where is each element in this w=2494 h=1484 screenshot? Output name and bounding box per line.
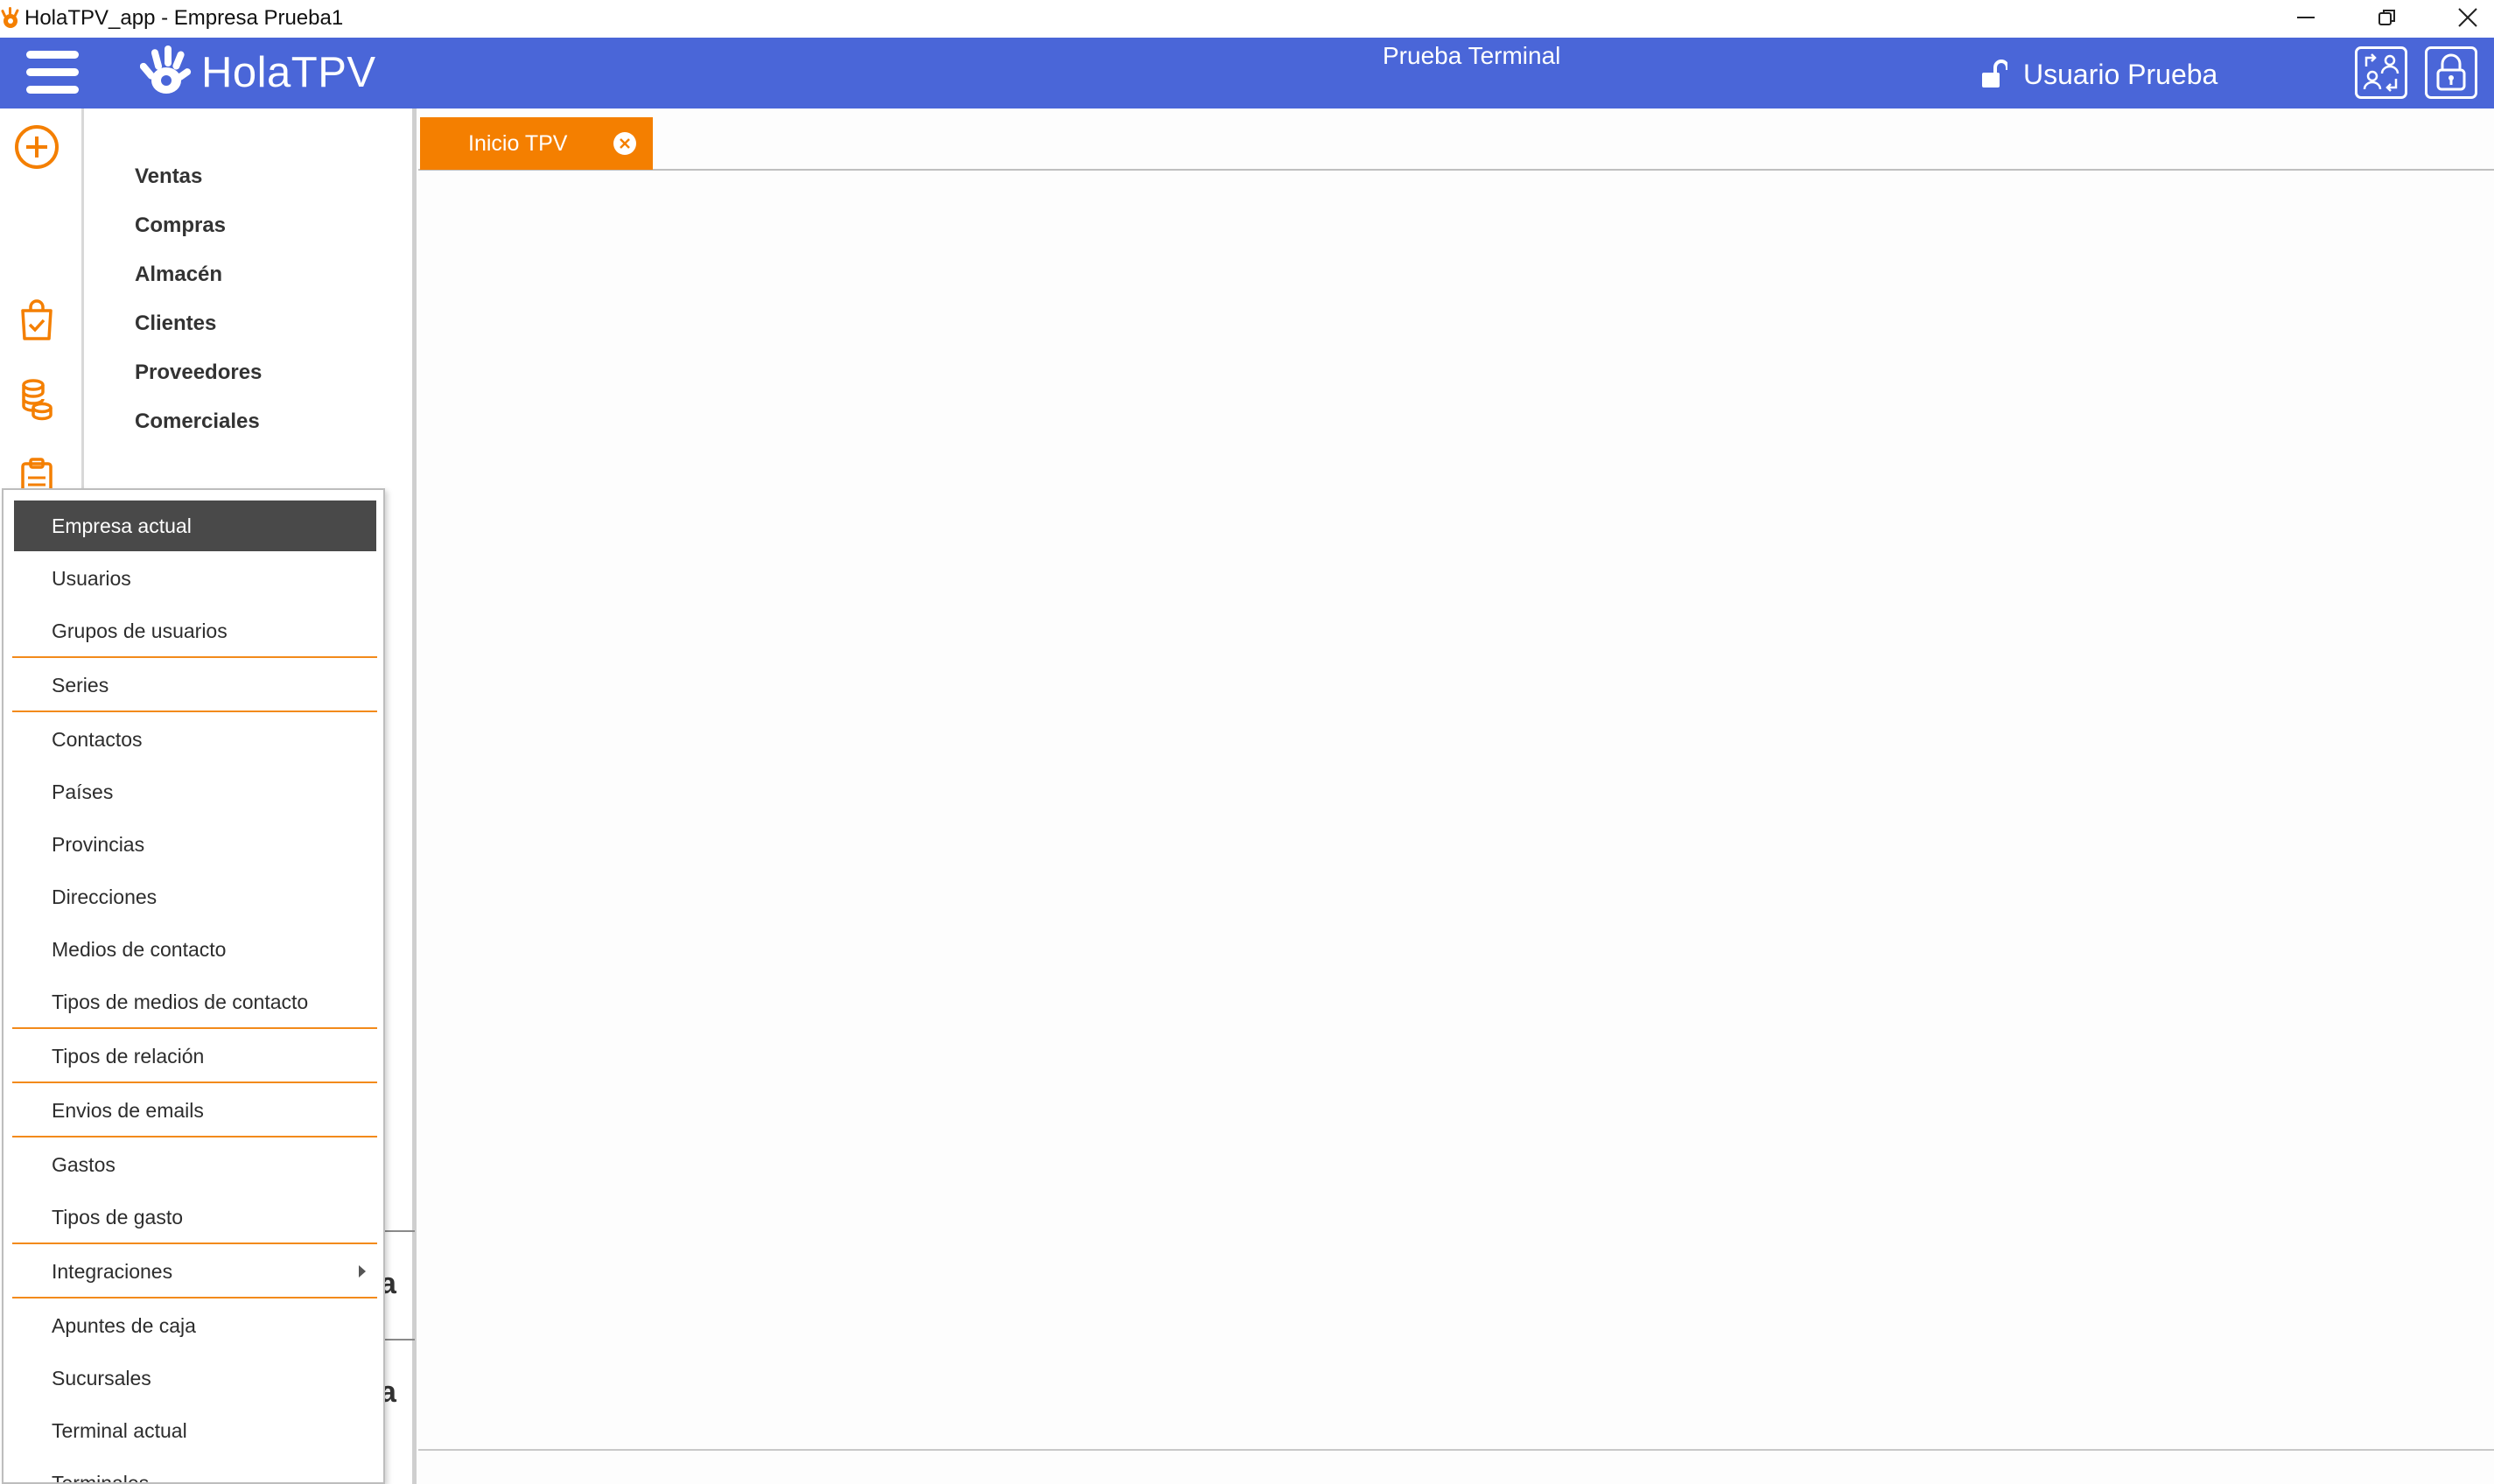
menu-separator [12,1136,377,1138]
menu-item-tipos-de-medios-de-contacto[interactable]: Tipos de medios de contacto [14,976,376,1027]
hamburger-menu-button[interactable] [26,49,79,96]
holatpv-hand-icon [140,46,192,94]
menu-item-paises[interactable]: Países [14,766,376,817]
app-logo: HolaTPV [140,46,376,100]
holatpv-hand-icon [1,7,19,28]
menu-item-grupos-de-usuarios[interactable]: Grupos de usuarios [14,606,376,656]
menu-item-sucursales[interactable]: Sucursales [14,1353,376,1404]
submenu-arrow-icon [359,1265,366,1278]
menu-item-series[interactable]: Series [14,660,376,710]
menu-item-gastos[interactable]: Gastos [14,1139,376,1190]
menu-item-direcciones[interactable]: Direcciones [14,872,376,922]
sidebar-divider [380,1230,415,1232]
main-content: Inicio TPV [418,108,2494,1451]
tab-bar: Inicio TPV [418,113,2494,171]
menu-item-tipos-de-relacion[interactable]: Tipos de relación [14,1031,376,1082]
close-window-button[interactable] [2428,0,2494,35]
sidebar-item-clientes[interactable]: Clientes [135,312,216,336]
window-titlebar: HolaTPV_app - Empresa Prueba1 [0,0,2494,38]
settings-popup-menu: Empresa actual Usuarios Grupos de usuari… [2,488,385,1484]
menu-item-apuntes-de-caja[interactable]: Apuntes de caja [14,1300,376,1351]
menu-item-provincias[interactable]: Provincias [14,819,376,870]
menu-separator [12,1297,377,1298]
tab-label: Inicio TPV [468,130,568,156]
menu-separator [12,710,377,712]
app-header: HolaTPV Prueba Terminal Usuario Prueba [0,38,2494,108]
menu-item-terminal-actual[interactable]: Terminal actual [14,1405,376,1456]
restore-button[interactable] [2348,0,2427,35]
menu-item-integraciones[interactable]: Integraciones [14,1246,376,1297]
hamburger-icon [26,51,79,59]
switch-user-icon [2363,53,2399,92]
terminal-label: Prueba Terminal [1383,42,1561,69]
switch-user-button[interactable] [2355,46,2407,99]
menu-separator [12,1242,377,1244]
menu-item-empresa-actual[interactable]: Empresa actual [14,500,376,551]
minimize-icon [2297,17,2315,18]
sidebar-item-almacen[interactable]: Almacén [135,262,222,287]
menu-item-envios-de-emails[interactable]: Envios de emails [14,1085,376,1136]
tab-inicio-tpv[interactable]: Inicio TPV [420,117,653,170]
shopping-bag-icon[interactable] [12,295,61,344]
menu-separator [12,1027,377,1029]
logo-text: HolaTPV [201,49,376,96]
sidebar-item-compras[interactable]: Compras [135,214,226,238]
menu-item-usuarios[interactable]: Usuarios [14,553,376,604]
sidebar-item-ventas[interactable]: Ventas [135,164,202,189]
menu-item-contactos[interactable]: Contactos [14,714,376,765]
add-circle-icon[interactable] [12,122,61,172]
sidebar-divider [380,1339,415,1340]
restore-icon [2378,10,2395,25]
user-name: Usuario Prueba [2023,58,2218,90]
menu-item-terminales[interactable]: Terminales [14,1458,376,1483]
lock-screen-button[interactable] [2425,46,2477,99]
menu-item-tipos-de-gasto[interactable]: Tipos de gasto [14,1192,376,1242]
app-window: HolaTPV_app - Empresa Prueba1 HolaTPV Pr… [0,0,2494,1484]
window-title: HolaTPV_app - Empresa Prueba1 [25,6,344,30]
sidebar-item-comerciales[interactable]: Comerciales [135,410,260,434]
coins-stack-icon[interactable] [12,374,61,424]
menu-item-medios-de-contacto[interactable]: Medios de contacto [14,924,376,975]
sidebar-item-proveedores[interactable]: Proveedores [135,360,262,385]
menu-separator [12,1082,377,1083]
close-icon [2458,8,2477,27]
lock-icon [2436,53,2466,91]
current-user[interactable]: Usuario Prueba [1981,56,2217,93]
close-circle-icon[interactable] [613,131,637,156]
menu-separator [12,656,377,658]
minimize-button[interactable] [2266,0,2345,35]
unlocked-padlock-icon [1982,60,2007,88]
